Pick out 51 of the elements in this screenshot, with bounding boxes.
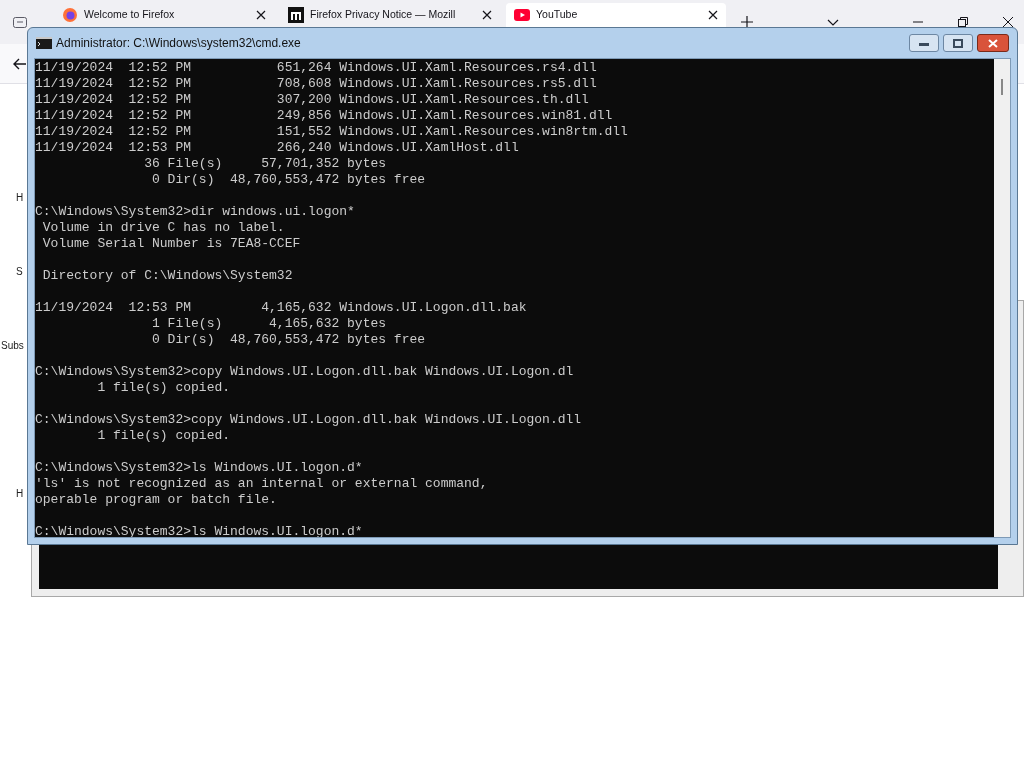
console-line: 0 Dir(s) 48,760,553,472 bytes free — [151, 332, 426, 348]
console-icon — [36, 37, 52, 49]
close-icon — [988, 38, 998, 48]
console-line: C:\Windows\System32>copy Windows.UI.Logon.dll.bak Windows.UI.Logon.dl — [35, 364, 574, 380]
close-icon[interactable] — [482, 10, 492, 20]
console-line: 11/19/2024 12:52 PM 249,856 Windows.UI.Xaml.Resources.win81.dll — [35, 108, 613, 124]
console-line: C:\Windows\System32>dir windows.ui.logon* — [35, 204, 355, 220]
console-line: C:\Windows\System32>copy Windows.UI.Logon.dll.bak Windows.UI.Logon.dll — [35, 412, 582, 428]
close-button[interactable] — [977, 34, 1009, 52]
console-line: 11/19/2024 12:53 PM 266,240 Windows.UI.XamlHost.dll — [35, 140, 519, 156]
tab-title: Firefox Privacy Notice — Mozill — [310, 7, 457, 23]
console-line: 11/19/2024 12:52 PM 708,608 Windows.UI.Xaml.Resources.rs5.dll — [35, 76, 597, 92]
browser-tab[interactable]: Firefox Privacy Notice — Mozill — [280, 3, 500, 27]
console-line: 11/19/2024 12:52 PM 151,552 Windows.UI.Xaml.Resources.win8rtm.dll — [35, 124, 628, 140]
console-line: Directory of C:\Windows\System32 — [41, 268, 293, 284]
console-line: C:\Windows\System32>ls Windows.UI.logon.d* — [35, 524, 363, 537]
maximize-button[interactable] — [943, 34, 973, 52]
console-line: 11/19/2024 12:52 PM 651,264 Windows.UI.Xaml.Resources.rs4.dll — [35, 60, 597, 76]
console-line: Volume in drive C has no label. — [41, 220, 285, 236]
logo-icon — [288, 7, 304, 23]
restore-icon[interactable] — [957, 16, 969, 28]
page-text: H — [16, 487, 24, 501]
console-line: 1 File(s) 4,165,632 bytes — [151, 316, 387, 332]
browser-tab[interactable]: YouTube — [506, 3, 726, 27]
tab-title: YouTube — [536, 7, 579, 23]
console-line: 0 Dir(s) 48,760,553,472 bytes free — [151, 172, 426, 188]
console-line: 1 file(s) copied. — [96, 428, 231, 444]
console-line: 11/19/2024 12:52 PM 307,200 Windows.UI.Xaml.Resources.th.dll — [35, 92, 589, 108]
maximize-icon — [953, 38, 963, 48]
page-text: Subs — [1, 339, 24, 353]
scrollbar-thumb[interactable] — [1001, 79, 1003, 95]
browser-logo-icon — [62, 7, 78, 23]
minimize-icon — [919, 40, 929, 46]
play-logo-icon — [514, 7, 530, 23]
console-line: 1 file(s) copied. — [96, 380, 231, 396]
console-line: 36 File(s) 57,701,352 bytes — [143, 156, 387, 172]
minimize-button[interactable] — [909, 34, 939, 52]
page-text: H — [16, 191, 24, 205]
console-line: operable program or batch file. — [35, 492, 277, 508]
close-icon[interactable] — [708, 10, 718, 20]
close-icon[interactable] — [256, 10, 266, 20]
window-title: Administrator: C:\Windows\system32\cmd.exe — [56, 35, 301, 52]
page-text: S — [16, 265, 23, 279]
tab-title: Welcome to Firefox — [84, 7, 176, 23]
console-line: 'ls' is not recognized as an internal or external command, — [35, 476, 488, 492]
browser-tab[interactable]: Welcome to Firefox — [54, 3, 274, 27]
close-icon[interactable] — [1002, 16, 1014, 28]
console-line: 11/19/2024 12:53 PM 4,165,632 Windows.UI.Logon.dll.bak — [35, 300, 527, 316]
console-line: Volume Serial Number is 7EA8-CCEF — [41, 236, 301, 252]
plus-icon[interactable] — [740, 15, 754, 29]
console-line: C:\Windows\System32>ls Windows.UI.logon.d* — [35, 460, 363, 476]
